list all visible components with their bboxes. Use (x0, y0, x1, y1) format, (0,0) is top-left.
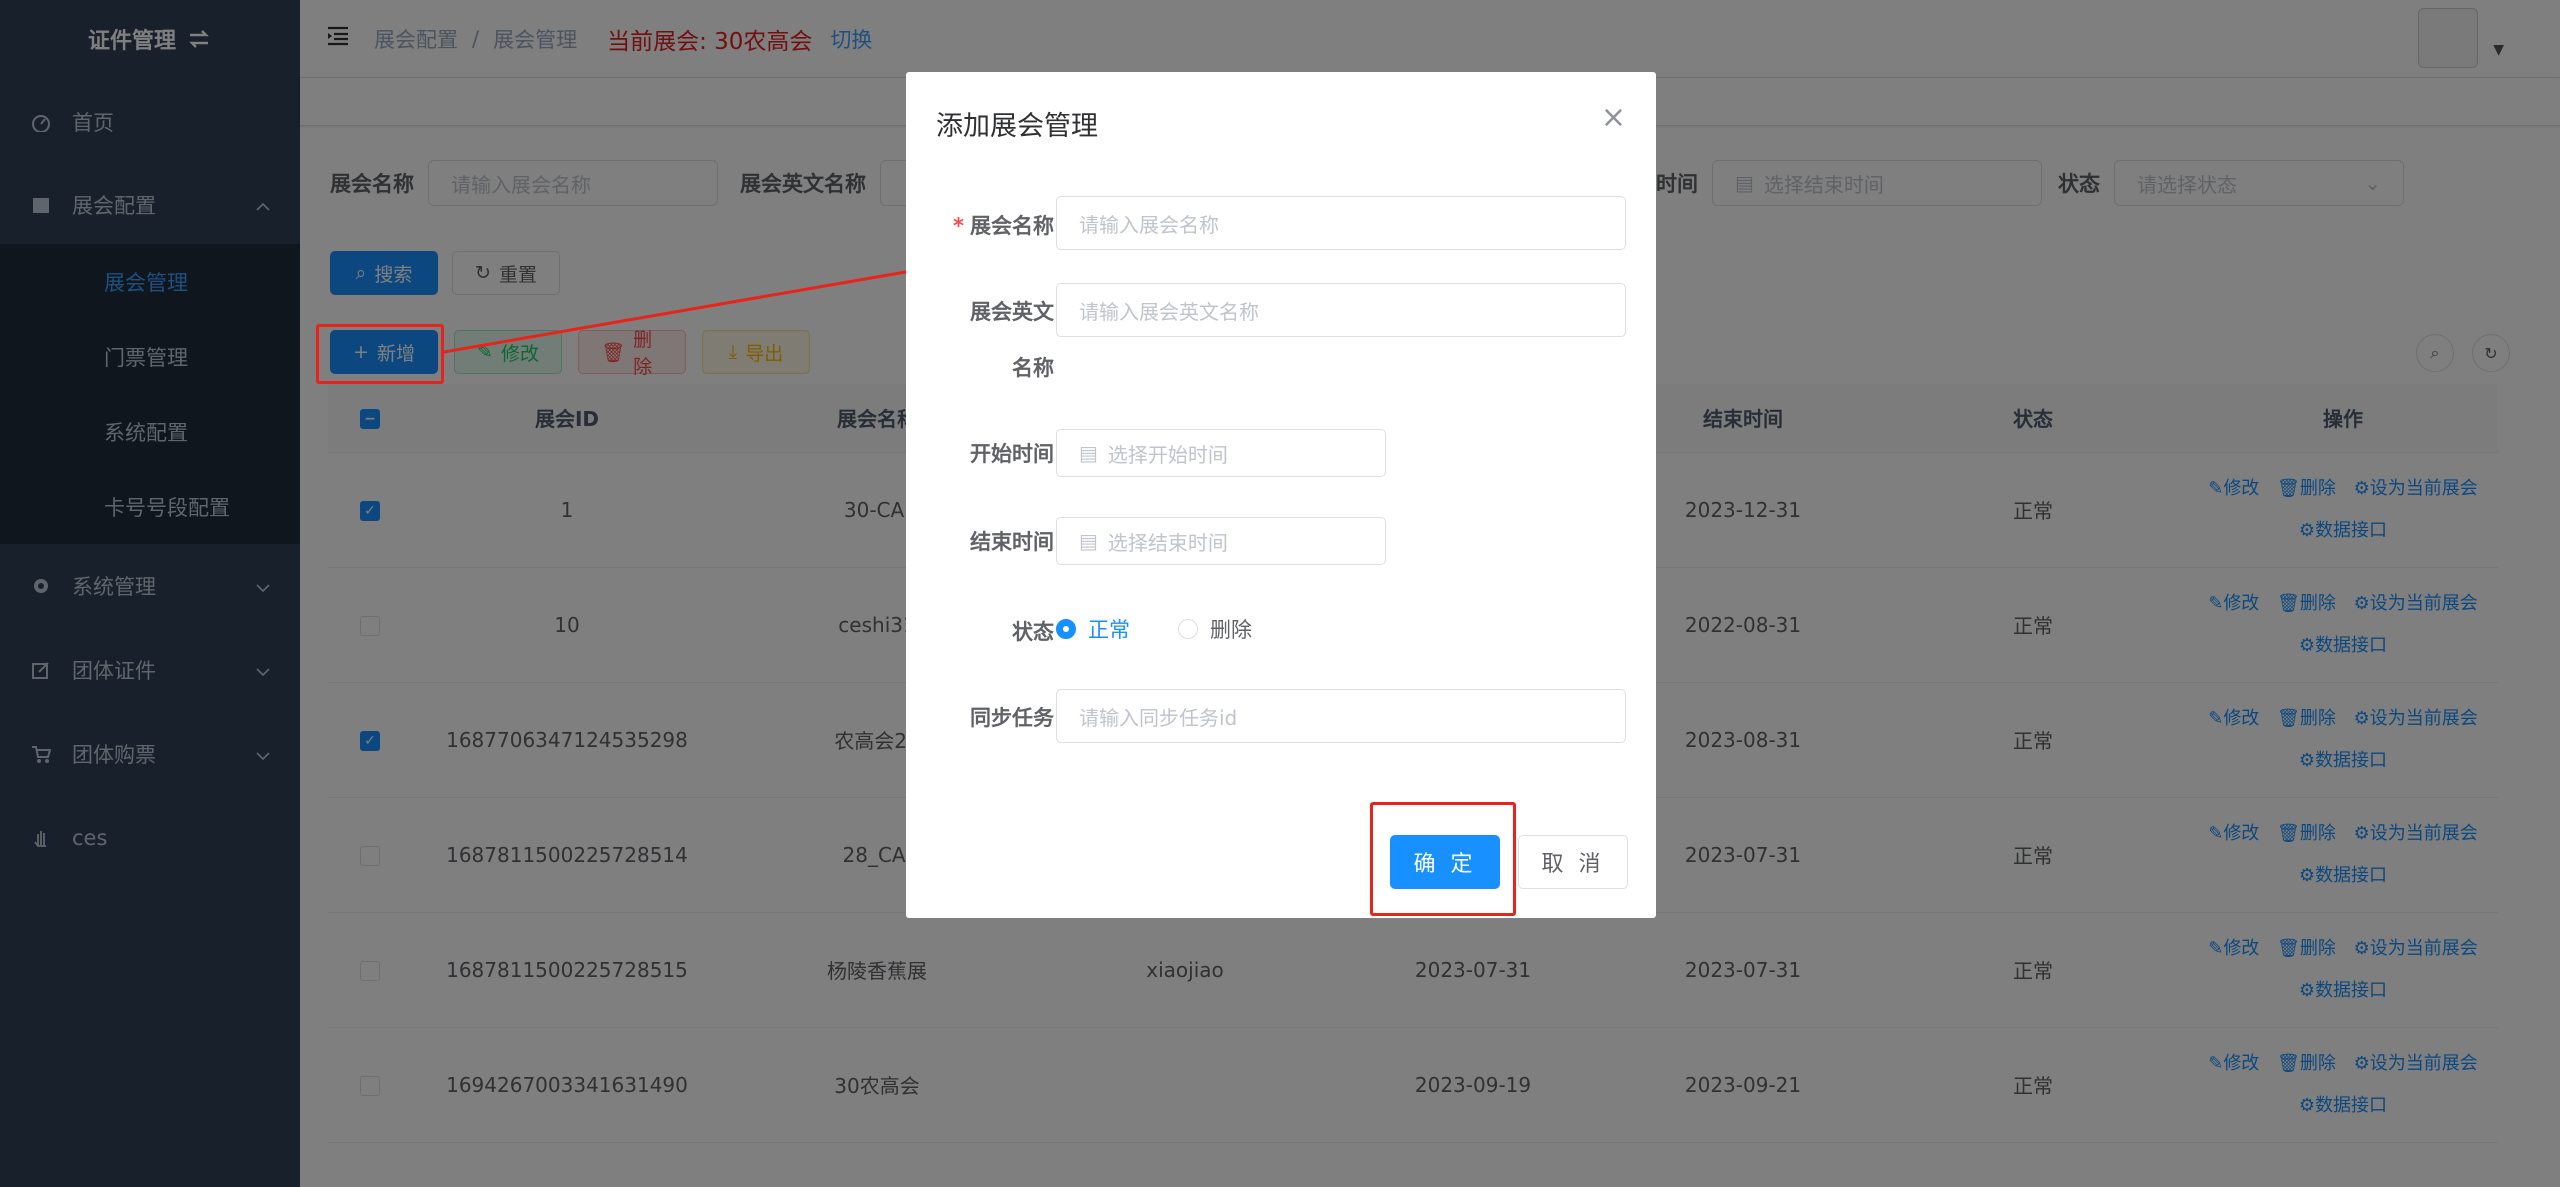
sync-task-input[interactable]: 请输入同步任务id (1056, 689, 1626, 743)
status-normal-label: 正常 (1088, 618, 1130, 642)
status-deleted-radio[interactable]: 删除 (1178, 614, 1252, 644)
expo-en-name-input[interactable]: 请输入展会英文名称 (1056, 283, 1626, 337)
dialog-title: 添加展会管理 (936, 111, 1098, 142)
field-label-sync: 同步任务 (970, 706, 1054, 730)
start-date-picker[interactable]: ▤ 选择开始时间 (1056, 429, 1386, 477)
radio-dot (1178, 619, 1198, 639)
field-label-en-2: 名称 (1012, 356, 1054, 380)
end-date-picker[interactable]: ▤ 选择结束时间 (1056, 517, 1386, 565)
status-deleted-label: 删除 (1210, 618, 1252, 642)
status-normal-radio[interactable]: 正常 (1056, 614, 1130, 644)
cancel-button[interactable]: 取 消 (1518, 835, 1628, 889)
field-label-end: 结束时间 (970, 530, 1054, 554)
field-label-name: * 展会名称 (906, 210, 1054, 240)
field-label-status: 状态 (1012, 620, 1054, 644)
annotation-highlight-confirm (1370, 802, 1516, 916)
required-mark: * (953, 214, 964, 238)
status-radio-group: 正常 删除 (1056, 614, 1300, 644)
calendar-icon: ▤ (1079, 529, 1098, 553)
start-date-placeholder: 选择开始时间 (1107, 442, 1228, 467)
end-date-placeholder: 选择结束时间 (1107, 530, 1228, 555)
field-label-en: 展会英文 (970, 300, 1054, 324)
expo-name-input[interactable]: 请输入展会名称 (1056, 196, 1626, 250)
close-icon[interactable]: × (1601, 100, 1626, 135)
calendar-icon: ▤ (1079, 441, 1098, 465)
add-expo-dialog: 添加展会管理 × * 展会名称 请输入展会名称 展会英文 名称 请输入展会英文名称… (906, 72, 1656, 918)
field-label-start: 开始时间 (970, 442, 1054, 466)
field-label-name-text: 展会名称 (970, 214, 1054, 238)
radio-dot-checked (1056, 619, 1076, 639)
